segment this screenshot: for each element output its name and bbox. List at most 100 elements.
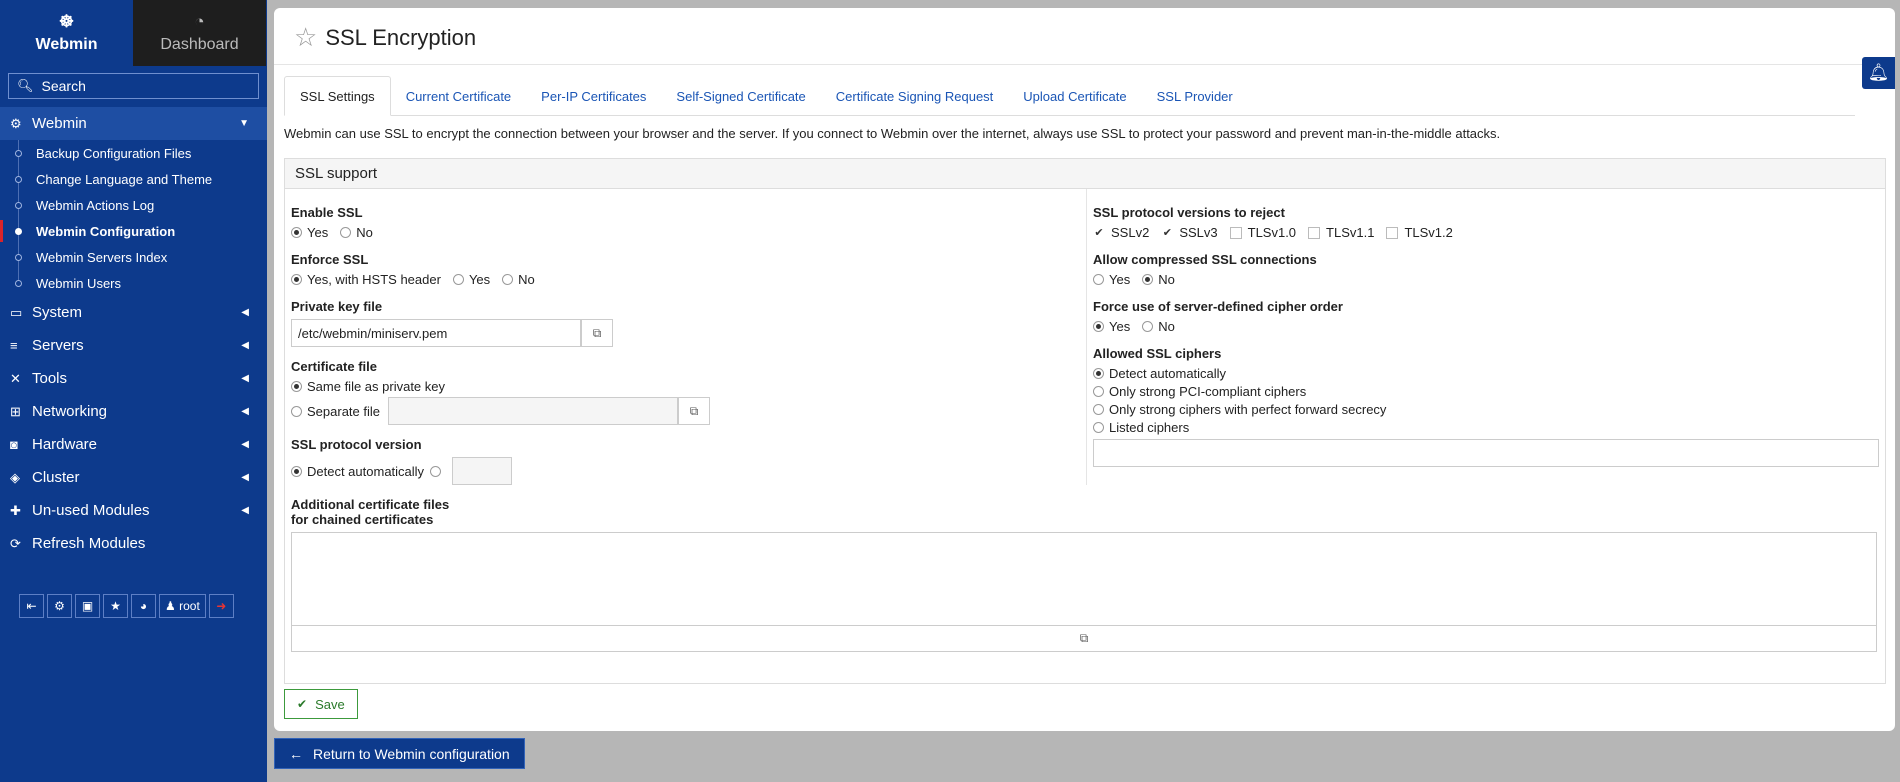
ciphers-pfs-radio[interactable]: Only strong ciphers with perfect forward… bbox=[1093, 402, 1386, 417]
sidebar-refresh-modules[interactable]: ⟳ Refresh Modules bbox=[0, 527, 267, 560]
cert-same-file-radio[interactable]: Same file as private key bbox=[291, 379, 445, 394]
reject-tlsv12-checkbox[interactable]: TLSv1.2 bbox=[1386, 225, 1453, 240]
enforce-ssl-yes-radio[interactable]: Yes bbox=[452, 272, 490, 287]
cipher-order-no-radio[interactable]: No bbox=[1142, 319, 1175, 334]
file-chooser-button[interactable]: ⧉ bbox=[291, 626, 1877, 652]
compressed-yes-radio[interactable]: Yes bbox=[1093, 272, 1130, 287]
caret-left-icon: ◀ bbox=[241, 373, 249, 384]
return-button[interactable]: ← Return to Webmin configuration bbox=[274, 738, 525, 769]
sidebar-item-backup[interactable]: Backup Configuration Files bbox=[0, 140, 267, 166]
sidebar-item-actions-log[interactable]: Webmin Actions Log bbox=[0, 192, 267, 218]
theme-button[interactable]: ◕ bbox=[131, 594, 156, 618]
collapse-sidebar-button[interactable]: ⇤ bbox=[19, 594, 44, 618]
field-label: Force use of server-defined cipher order bbox=[1093, 299, 1343, 314]
return-label: Return to Webmin configuration bbox=[313, 745, 510, 762]
sidebar-category-servers[interactable]: ≡ Servers ◀ bbox=[0, 329, 267, 362]
protocol-auto-radio[interactable]: Detect automatically bbox=[291, 464, 424, 479]
reject-tlsv10-checkbox[interactable]: TLSv1.0 bbox=[1229, 225, 1296, 240]
sidebar-category-networking[interactable]: ⊞ Networking ◀ bbox=[0, 395, 267, 428]
sidebar-category-unused-modules[interactable]: ✚ Un-used Modules ◀ bbox=[0, 494, 267, 527]
tab-ssl-provider[interactable]: SSL Provider bbox=[1142, 76, 1248, 116]
sidebar-category-webmin[interactable]: ⚙ Webmin ▼ bbox=[0, 107, 267, 140]
sidebar-item-webmin-users[interactable]: Webmin Users bbox=[0, 270, 267, 296]
cipher-order-field: Force use of server-defined cipher order… bbox=[1093, 299, 1883, 334]
option-label: Only strong PCI-compliant ciphers bbox=[1109, 384, 1307, 399]
option-label: Yes bbox=[1109, 272, 1131, 287]
ciphers-listed-radio[interactable]: Listed ciphers bbox=[1093, 420, 1189, 435]
tab-per-ip-certificates[interactable]: Per-IP Certificates bbox=[526, 76, 661, 116]
option-label: Detect automatically bbox=[1109, 366, 1227, 381]
sidebar-item-language[interactable]: Change Language and Theme bbox=[0, 166, 267, 192]
field-label: for chained certificates bbox=[291, 512, 434, 527]
caret-left-icon: ◀ bbox=[241, 340, 249, 351]
sidebar-category-hardware[interactable]: ◙ Hardware ◀ bbox=[0, 428, 267, 461]
sidebar-item-servers-index[interactable]: Webmin Servers Index bbox=[0, 244, 267, 270]
field-label: Additional certificate files bbox=[291, 497, 450, 512]
enable-ssl-no-radio[interactable]: No bbox=[340, 225, 373, 240]
caret-left-icon: ◀ bbox=[241, 505, 249, 516]
favorite-star-icon[interactable]: ☆ bbox=[294, 22, 317, 53]
cipher-order-yes-radio[interactable]: Yes bbox=[1093, 319, 1130, 334]
tab-upload-certificate[interactable]: Upload Certificate bbox=[1008, 76, 1141, 116]
sidebar-item-label: Change Language and Theme bbox=[36, 171, 213, 187]
caret-left-icon: ◀ bbox=[241, 439, 249, 450]
field-label: Private key file bbox=[291, 299, 383, 314]
protocol-manual-radio[interactable] bbox=[430, 465, 446, 477]
panel-title: SSL support bbox=[285, 159, 1885, 189]
copy-icon: ⧉ bbox=[689, 403, 699, 418]
protocol-version-field: SSL protocol version Detect automaticall… bbox=[291, 437, 1081, 485]
file-chooser-button[interactable]: ⧉ bbox=[581, 319, 613, 347]
notifications-button[interactable]: 🔔︎ bbox=[1862, 57, 1895, 89]
option-label: TLSv1.1 bbox=[1326, 225, 1375, 240]
reject-sslv2-checkbox[interactable]: ✔ SSLv2 bbox=[1093, 225, 1149, 240]
settings-button[interactable]: ⚙ bbox=[47, 594, 72, 618]
checkbox-empty bbox=[1308, 226, 1321, 239]
tab-certificate-signing-request[interactable]: Certificate Signing Request bbox=[821, 76, 1009, 116]
protocol-version-select[interactable] bbox=[452, 457, 513, 485]
separate-file-input[interactable] bbox=[388, 397, 678, 425]
sidebar-category-tools[interactable]: ✕ Tools ◀ bbox=[0, 362, 267, 395]
favorites-button[interactable]: ★ bbox=[103, 594, 128, 618]
collapse-icon: ⇤ bbox=[26, 599, 37, 613]
file-chooser-button[interactable]: ⧉ bbox=[678, 397, 710, 425]
ciphers-pci-radio[interactable]: Only strong PCI-compliant ciphers bbox=[1093, 384, 1306, 399]
enable-ssl-field: Enable SSL Yes No bbox=[291, 205, 1081, 240]
option-label: No bbox=[518, 272, 535, 287]
user-button[interactable]: ♟ root bbox=[159, 594, 206, 618]
save-label: Save bbox=[315, 696, 345, 712]
additional-certs-textarea[interactable] bbox=[291, 532, 1877, 626]
compressed-no-radio[interactable]: No bbox=[1142, 272, 1175, 287]
terminal-button[interactable]: ▣ bbox=[75, 594, 100, 618]
option-label: Yes bbox=[307, 225, 329, 240]
private-key-input[interactable]: /etc/webmin/miniserv.pem bbox=[291, 319, 581, 347]
sidebar-category-system[interactable]: ▭ System ◀ bbox=[0, 296, 267, 329]
enforce-ssl-hsts-radio[interactable]: Yes, with HSTS header bbox=[291, 272, 441, 287]
ciphers-auto-radio[interactable]: Detect automatically bbox=[1093, 366, 1226, 381]
save-button[interactable]: ✔ Save bbox=[284, 689, 358, 719]
sidebar-category-cluster[interactable]: ◈ Cluster ◀ bbox=[0, 461, 267, 494]
tab-ssl-settings[interactable]: SSL Settings bbox=[284, 76, 391, 116]
enable-ssl-yes-radio[interactable]: Yes bbox=[291, 225, 328, 240]
allowed-ciphers-field: Allowed SSL ciphers Detect automatically… bbox=[1093, 346, 1883, 467]
logout-button[interactable]: ➜ bbox=[208, 594, 234, 618]
category-label: Refresh Modules bbox=[32, 535, 146, 552]
tab-webmin[interactable]: ☸ Webmin bbox=[0, 0, 133, 66]
tab-self-signed-certificate[interactable]: Self-Signed Certificate bbox=[661, 76, 820, 116]
reject-tlsv11-checkbox[interactable]: TLSv1.1 bbox=[1308, 225, 1374, 240]
search-input[interactable]: 🔍︎ Search bbox=[8, 73, 259, 99]
sidebar-top-tabs: ☸ Webmin ◔ Dashboard bbox=[0, 0, 267, 66]
caret-left-icon: ◀ bbox=[241, 406, 249, 417]
tab-label: Upload Certificate bbox=[1023, 88, 1127, 104]
palette-icon: ◕ bbox=[139, 599, 148, 613]
cert-separate-file-radio[interactable]: Separate file bbox=[291, 404, 380, 419]
check-icon: ✔ bbox=[1093, 226, 1105, 239]
sidebar-item-webmin-configuration[interactable]: Webmin Configuration bbox=[0, 218, 267, 244]
ciphers-list-input[interactable] bbox=[1093, 439, 1879, 467]
reject-sslv3-checkbox[interactable]: ✔ SSLv3 bbox=[1161, 225, 1218, 240]
tab-current-certificate[interactable]: Current Certificate bbox=[391, 76, 526, 116]
tab-label: Per-IP Certificates bbox=[541, 88, 647, 104]
checkbox-empty bbox=[1229, 226, 1242, 239]
radio-unchecked bbox=[430, 465, 442, 477]
tab-dashboard[interactable]: ◔ Dashboard bbox=[133, 0, 266, 66]
enforce-ssl-no-radio[interactable]: No bbox=[502, 272, 535, 287]
